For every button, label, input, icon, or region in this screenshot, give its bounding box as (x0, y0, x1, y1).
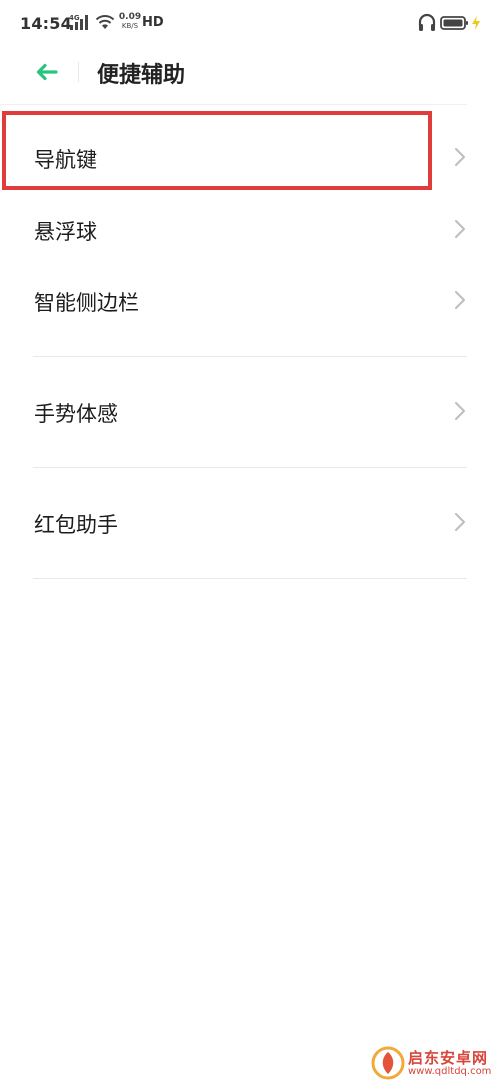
watermark-logo-icon (371, 1046, 405, 1080)
network-speed-value: 0.09 (118, 12, 142, 22)
battery-icon (440, 15, 470, 35)
cellular-signal-icon: 4G (69, 13, 91, 35)
chevron-right-icon (453, 289, 467, 315)
header: 便捷辅助 (0, 50, 500, 94)
list-item-smart-sidebar[interactable]: 智能侧边栏 (0, 271, 500, 331)
chevron-right-icon (453, 511, 467, 537)
network-speed: 0.09 KB/S (118, 13, 142, 31)
list-item-label: 手势体感 (34, 402, 118, 426)
arrow-left-icon (36, 63, 58, 81)
header-divider-line (0, 104, 467, 105)
chevron-right-icon (453, 146, 467, 172)
watermark: 启东安卓网 www.qdltdq.com (368, 1043, 496, 1083)
back-button[interactable] (30, 58, 66, 86)
section-divider (33, 356, 467, 357)
status-bar: 14:54 4G 0.09 KB/S HD (0, 0, 500, 48)
charging-icon (471, 15, 481, 35)
list-item-floating-ball[interactable]: 悬浮球 (0, 200, 500, 260)
network-speed-unit: KB/S (121, 22, 139, 30)
chevron-right-icon (453, 218, 467, 244)
section-divider (33, 578, 467, 579)
list-item-red-packet-assistant[interactable]: 红包助手 (0, 493, 500, 553)
list-item-navigation-keys[interactable]: 导航键 (0, 128, 500, 188)
headphones-icon (418, 13, 436, 37)
header-divider (78, 62, 79, 82)
wifi-icon (95, 14, 115, 34)
page-title: 便捷辅助 (97, 63, 186, 88)
list-item-label: 悬浮球 (34, 220, 97, 244)
status-time: 14:54 (20, 14, 72, 33)
hd-indicator: HD (142, 15, 164, 30)
list-item-label: 红包助手 (34, 513, 118, 537)
list-item-label: 导航键 (34, 148, 97, 172)
chevron-right-icon (453, 400, 467, 426)
list-item-gestures[interactable]: 手势体感 (0, 382, 500, 442)
watermark-brand: 启东安卓网 (408, 1049, 489, 1067)
svg-text:4G: 4G (69, 14, 80, 22)
list-item-label: 智能侧边栏 (34, 291, 139, 315)
watermark-url: www.qdltdq.com (408, 1066, 492, 1077)
section-divider (33, 467, 467, 468)
